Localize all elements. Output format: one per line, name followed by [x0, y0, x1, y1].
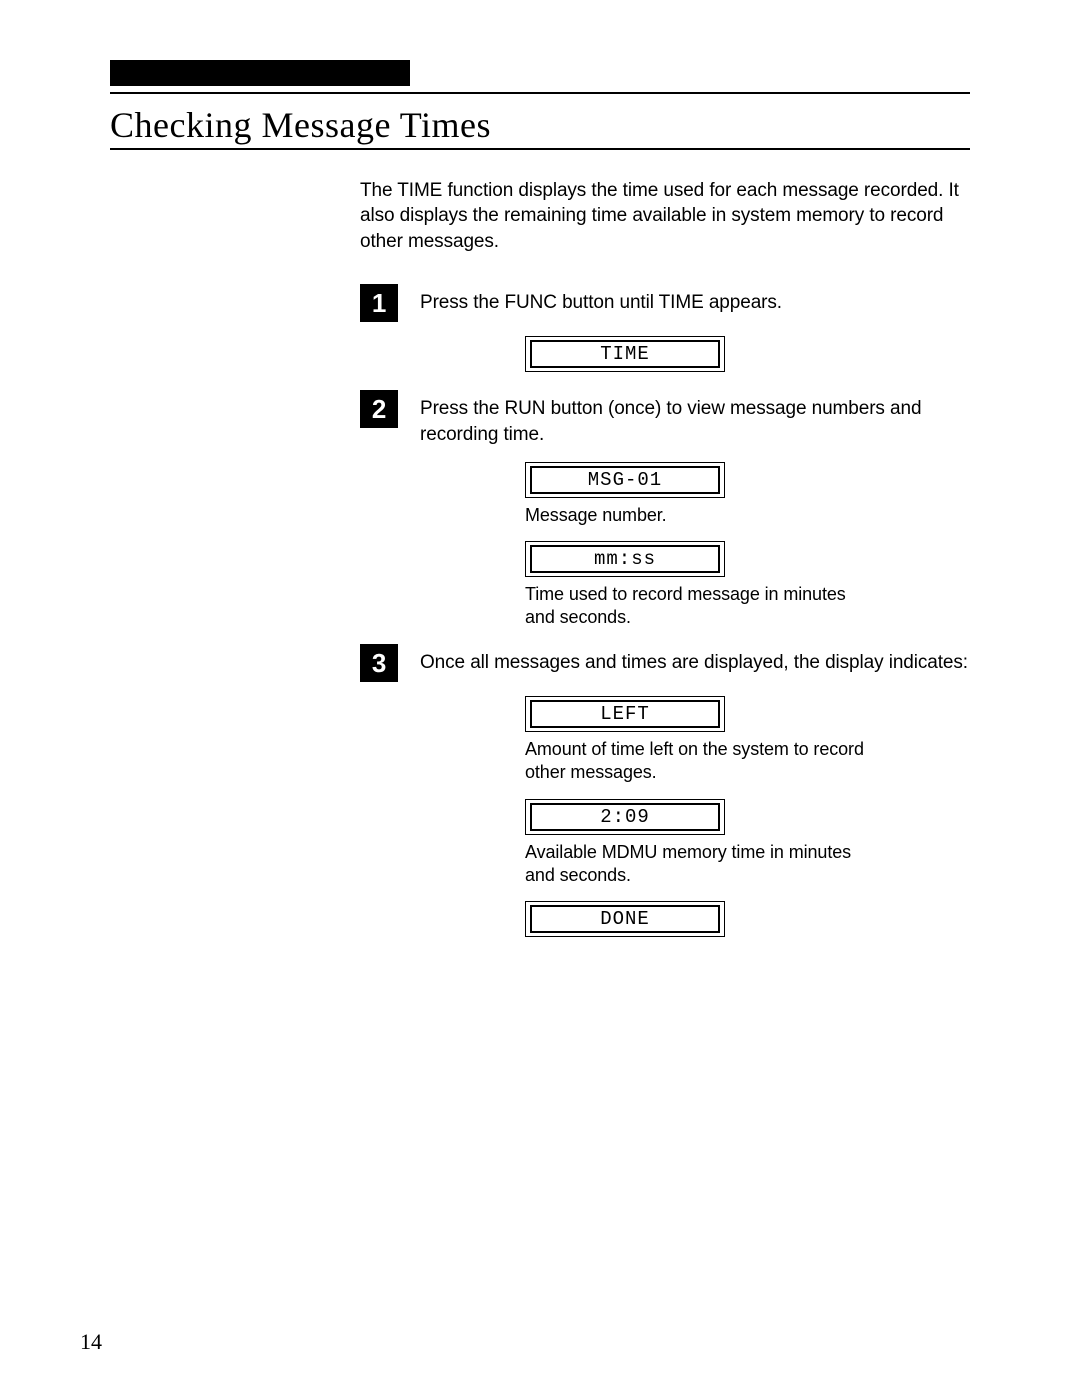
page-heading: Checking Message Times	[110, 104, 990, 146]
lcd-frame: LEFT	[525, 696, 725, 732]
lcd-frame: DONE	[525, 901, 725, 937]
lcd-value: LEFT	[530, 700, 720, 728]
intro-paragraph: The TIME function displays the time used…	[360, 178, 980, 255]
lcd-caption: Time used to record message in minutes a…	[525, 583, 865, 630]
step-3-text: Once all messages and times are displaye…	[420, 644, 980, 676]
lcd-block: DONE	[525, 901, 980, 937]
body-column: The TIME function displays the time used…	[360, 178, 980, 938]
lcd-block: LEFT	[525, 696, 980, 732]
step-1-number: 1	[360, 284, 398, 322]
step-2: 2 Press the RUN button (once) to view me…	[360, 390, 980, 447]
lcd-value: TIME	[530, 340, 720, 368]
top-rule	[110, 92, 970, 94]
lcd-frame: MSG-01	[525, 462, 725, 498]
lcd-block: mm:ss	[525, 541, 980, 577]
section-black-bar	[110, 60, 410, 86]
lcd-caption: Available MDMU memory time in minutes an…	[525, 841, 865, 888]
page-number: 14	[80, 1329, 102, 1355]
lcd-block: MSG-01	[525, 462, 980, 498]
step-3: 3 Once all messages and times are displa…	[360, 644, 980, 682]
lcd-caption: Message number.	[525, 504, 865, 527]
step-2-text: Press the RUN button (once) to view mess…	[420, 390, 980, 447]
lcd-frame: mm:ss	[525, 541, 725, 577]
lcd-value: DONE	[530, 905, 720, 933]
lcd-value: 2:09	[530, 803, 720, 831]
manual-page: Checking Message Times The TIME function…	[0, 0, 1080, 1395]
lcd-frame: TIME	[525, 336, 725, 372]
step-2-number: 2	[360, 390, 398, 428]
step-3-number: 3	[360, 644, 398, 682]
step-1: 1 Press the FUNC button until TIME appea…	[360, 284, 980, 322]
lcd-block: TIME	[525, 336, 980, 372]
lcd-block: 2:09	[525, 799, 980, 835]
lcd-caption: Amount of time left on the system to rec…	[525, 738, 865, 785]
heading-rule	[110, 148, 970, 150]
lcd-value: MSG-01	[530, 466, 720, 494]
step-1-text: Press the FUNC button until TIME appears…	[420, 284, 980, 316]
lcd-value: mm:ss	[530, 545, 720, 573]
lcd-frame: 2:09	[525, 799, 725, 835]
